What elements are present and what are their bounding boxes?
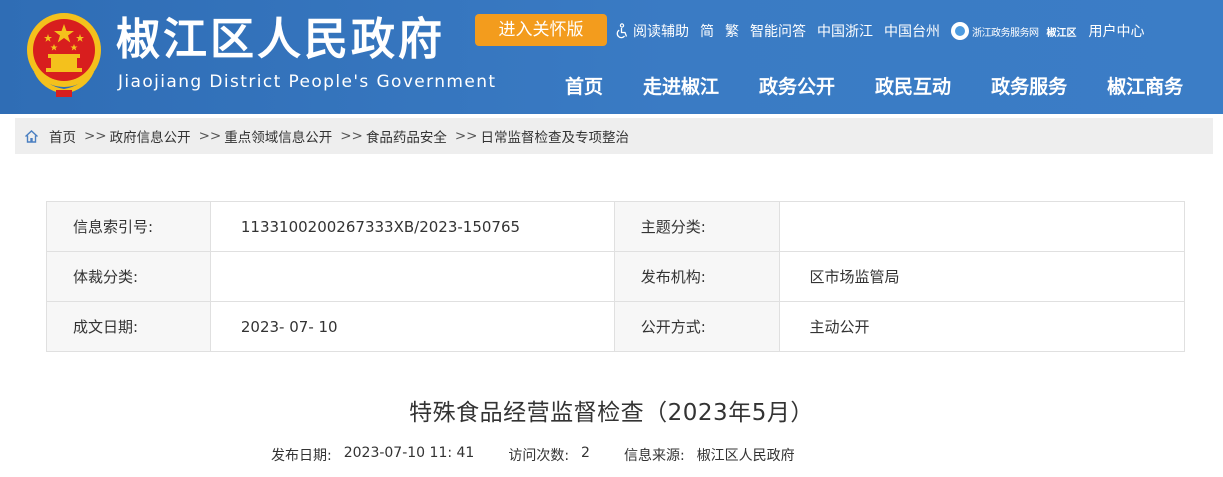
breadcrumb-separator: >> [84, 128, 107, 144]
china-zhejiang-link[interactable]: 中国浙江 [817, 21, 873, 41]
china-taizhou-link[interactable]: 中国台州 [884, 21, 940, 41]
simplified-chinese-link[interactable]: 简 [700, 21, 714, 41]
site-subtitle: Jiaojiang District People's Government [118, 72, 497, 92]
care-version-button[interactable]: 进入关怀版 [475, 14, 607, 46]
user-center-link[interactable]: 用户中心 [1089, 21, 1145, 41]
visit-count-value: 2 [581, 445, 590, 461]
genre-category-value [209, 251, 615, 302]
publisher-value: 区市场监管局 [778, 251, 1186, 302]
publish-date-value: 2023-07-10 11: 41 [343, 445, 475, 461]
breadcrumb-separator: >> [340, 128, 363, 144]
nav-gov-affairs-open[interactable]: 政务公开 [739, 70, 855, 104]
nav-home[interactable]: 首页 [545, 70, 623, 104]
publish-date-label: 发布日期: [271, 448, 332, 464]
table-row: 信息索引号: 113310020026733​3XB/2023-150765 主… [46, 201, 1186, 252]
index-number-label: 信息索引号: [46, 201, 211, 252]
info-source-label: 信息来源: [623, 448, 685, 464]
breadcrumb-daily-inspection[interactable]: 日常监督检查及专项整治 [481, 126, 630, 146]
zjfw-logo-icon [951, 22, 969, 40]
topic-category-label: 主题分类: [613, 201, 780, 252]
zjfw-district-label: 椒江区 [1046, 27, 1077, 39]
nav-gov-services[interactable]: 政务服务 [971, 70, 1087, 104]
home-icon [25, 129, 38, 143]
nav-interaction[interactable]: 政民互动 [855, 70, 971, 104]
document-date-label: 成文日期: [46, 301, 211, 352]
document-info-table: 信息索引号: 113310020026733​3XB/2023-150765 主… [46, 201, 1186, 352]
document-date-value: 2023- 07- 10 [209, 301, 615, 352]
reading-aid-label: 阅读辅助 [633, 24, 689, 40]
visit-count: 访问次数: 2 [508, 445, 590, 465]
publisher-label: 发布机构: [613, 251, 780, 302]
info-source-value: 椒江区人民政府 [696, 448, 795, 464]
topic-category-value [778, 201, 1186, 252]
reading-aid-link[interactable]: 阅读辅助 [614, 21, 689, 41]
smart-qa-link[interactable]: 智能问答 [750, 21, 806, 41]
traditional-chinese-link[interactable]: 繁 [725, 21, 739, 41]
index-number-value: 113310020026733​3XB/2023-150765 [209, 201, 615, 252]
disclosure-method-value: 主动公开 [778, 301, 1186, 352]
site-header: 椒江区人民政府 Jiaojiang District People's Gove… [0, 0, 1223, 114]
breadcrumb-separator: >> [454, 128, 478, 144]
article-meta: 发布日期: 2023-07-10 11: 41 访问次数: 2 信息来源: 椒江… [271, 445, 829, 465]
publish-date: 发布日期: 2023-07-10 11: 41 [271, 445, 474, 465]
breadcrumb: 首页 >> 政府信息公开 >> 重点领域信息公开 >> 食品药品安全 >> 日常… [15, 118, 1213, 154]
national-emblem-icon[interactable] [24, 10, 104, 98]
info-source: 信息来源: 椒江区人民政府 [624, 445, 795, 465]
nav-about-jiaojiang[interactable]: 走进椒江 [623, 70, 739, 104]
table-row: 成文日期: 2023- 07- 10 公开方式: 主动公开 [46, 301, 1186, 352]
breadcrumb-separator: >> [198, 128, 222, 144]
nav-commerce[interactable]: 椒江商务 [1087, 70, 1203, 104]
disclosure-method-label: 公开方式: [613, 301, 780, 352]
breadcrumb-key-areas[interactable]: 重点领域信息公开 [224, 126, 332, 146]
table-row: 体裁分类: 发布机构: 区市场监管局 [46, 251, 1186, 302]
site-title: 椒江区人民政府 [116, 14, 445, 65]
breadcrumb-food-drug-safety[interactable]: 食品药品安全 [366, 126, 447, 146]
breadcrumb-gov-info-open[interactable]: 政府信息公开 [110, 126, 191, 146]
zjfw-logo-text: 浙江政务服务网 [972, 27, 1039, 39]
accessibility-icon [616, 23, 628, 39]
main-nav: 首页 走进椒江 政务公开 政民互动 政务服务 椒江商务 [545, 70, 1203, 104]
genre-category-label: 体裁分类: [46, 251, 211, 302]
visit-count-label: 访问次数: [508, 448, 570, 464]
zhejiang-service-logo[interactable]: 浙江政务服务网 [951, 22, 1039, 40]
article-title: 特殊食品经营监督检查（2023年5月） [409, 400, 814, 426]
top-links: 阅读辅助 简 繁 智能问答 中国浙江 中国台州 浙江政务服务网 椒江区 用户中心 [614, 18, 1156, 44]
breadcrumb-home[interactable]: 首页 [49, 126, 76, 146]
